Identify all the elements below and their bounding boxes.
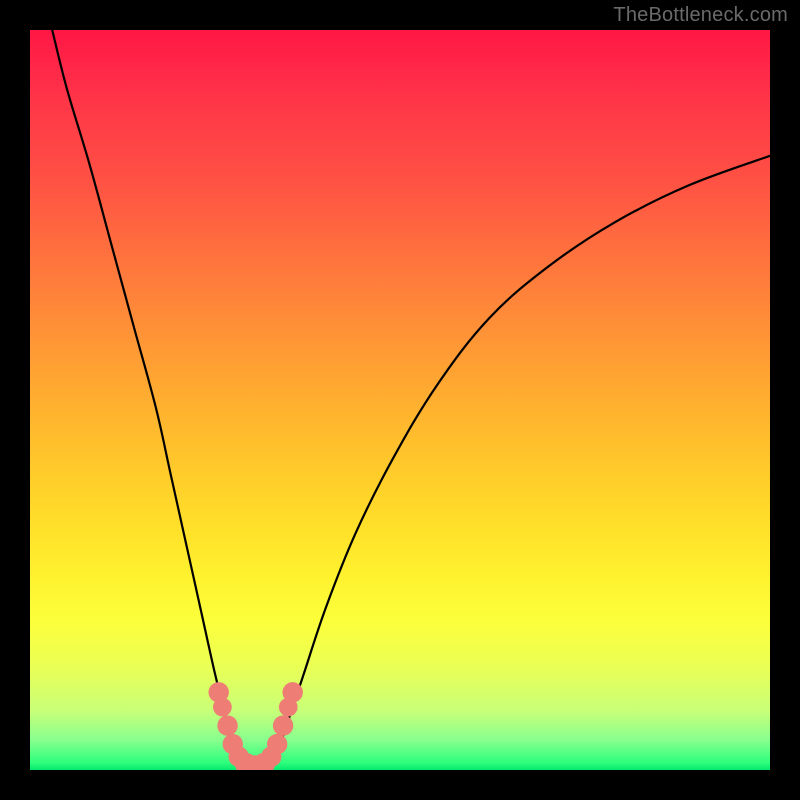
watermark-text: TheBottleneck.com	[613, 4, 788, 27]
chart-canvas: TheBottleneck.com	[0, 0, 800, 800]
plot-area	[30, 30, 770, 770]
valley-marker	[267, 734, 287, 754]
valley-marker	[273, 715, 293, 735]
valley-marker	[213, 698, 232, 717]
valley-markers	[208, 682, 302, 770]
bottleneck-curve	[52, 30, 770, 769]
valley-marker	[282, 682, 302, 702]
curve-layer	[30, 30, 770, 770]
valley-marker	[217, 715, 237, 735]
